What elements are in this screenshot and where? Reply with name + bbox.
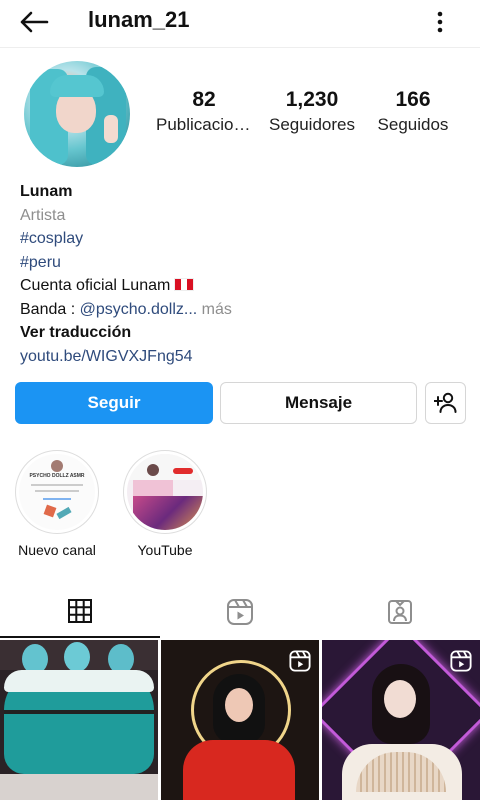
profile-bio: Lunam Artista #cosplay #peru Cuenta ofic… <box>20 180 460 368</box>
reels-icon <box>450 650 472 672</box>
post-thumbnail[interactable] <box>322 640 480 800</box>
highlight-thumbnail: PSYCHO DOLLZ ASMR <box>19 454 95 530</box>
highlight-label: YouTube <box>137 542 193 558</box>
highlight-thumb-title: PSYCHO DOLLZ ASMR <box>29 473 85 479</box>
add-person-icon <box>433 392 456 413</box>
followers-label: Seguidores <box>268 115 355 135</box>
followers-stat[interactable]: 1,230 Seguidores <box>262 88 362 135</box>
highlight-youtube[interactable]: YouTube <box>120 450 210 558</box>
following-stat[interactable]: 166 Seguidos <box>370 88 456 135</box>
following-count: 166 <box>395 88 431 111</box>
posts-stat[interactable]: 82 Publicaciones <box>156 88 252 135</box>
bio-band-line: Banda : @psycho.dollz... más <box>20 298 460 322</box>
follow-button[interactable]: Seguir <box>15 382 213 424</box>
tab-reels[interactable] <box>160 586 320 638</box>
followers-count: 1,230 <box>285 88 339 111</box>
highlight-label: Nuevo canal <box>18 542 96 558</box>
highlight-thumbnail <box>127 454 203 530</box>
add-person-button[interactable] <box>425 382 466 424</box>
reels-icon <box>227 599 253 625</box>
tab-grid[interactable] <box>0 586 160 638</box>
tagged-icon <box>388 600 412 624</box>
profile-name: Lunam <box>20 183 73 200</box>
band-mention-link[interactable]: @psycho.dollz... <box>80 301 198 318</box>
profile-username: lunam_21 <box>88 7 190 32</box>
posts-grid <box>0 640 480 800</box>
website-link[interactable]: youtu.be/WIGVXJFng54 <box>20 345 460 369</box>
more-vertical-icon[interactable] <box>428 8 452 36</box>
reels-icon <box>289 650 311 672</box>
post-thumbnail[interactable] <box>0 640 158 800</box>
highlight-nuevo-canal[interactable]: PSYCHO DOLLZ ASMR Nuevo canal <box>12 450 102 558</box>
post-thumbnail[interactable] <box>161 640 319 800</box>
posts-label: Publicaciones <box>156 115 252 135</box>
bio-official-line: Cuenta oficial Lunam <box>20 274 460 298</box>
peru-flag-icon <box>174 278 195 291</box>
following-label: Seguidos <box>377 115 449 135</box>
avatar[interactable] <box>24 61 130 167</box>
arrow-left-icon[interactable] <box>18 8 50 36</box>
profile-tabs <box>0 586 480 638</box>
bio-official-text: Cuenta oficial Lunam <box>20 277 171 294</box>
top-bar: lunam_21 <box>0 0 480 48</box>
bio-band-prefix: Banda : <box>20 300 80 318</box>
tab-tagged[interactable] <box>320 586 480 638</box>
grid-icon <box>68 599 92 623</box>
hashtag-cosplay[interactable]: #cosplay <box>20 227 460 251</box>
see-translation-link[interactable]: Ver traducción <box>20 321 460 345</box>
bio-more-link[interactable]: más <box>197 301 232 318</box>
message-button[interactable]: Mensaje <box>220 382 417 424</box>
profile-category: Artista <box>20 206 66 224</box>
hashtag-peru[interactable]: #peru <box>20 251 460 275</box>
posts-count: 82 <box>192 88 216 111</box>
